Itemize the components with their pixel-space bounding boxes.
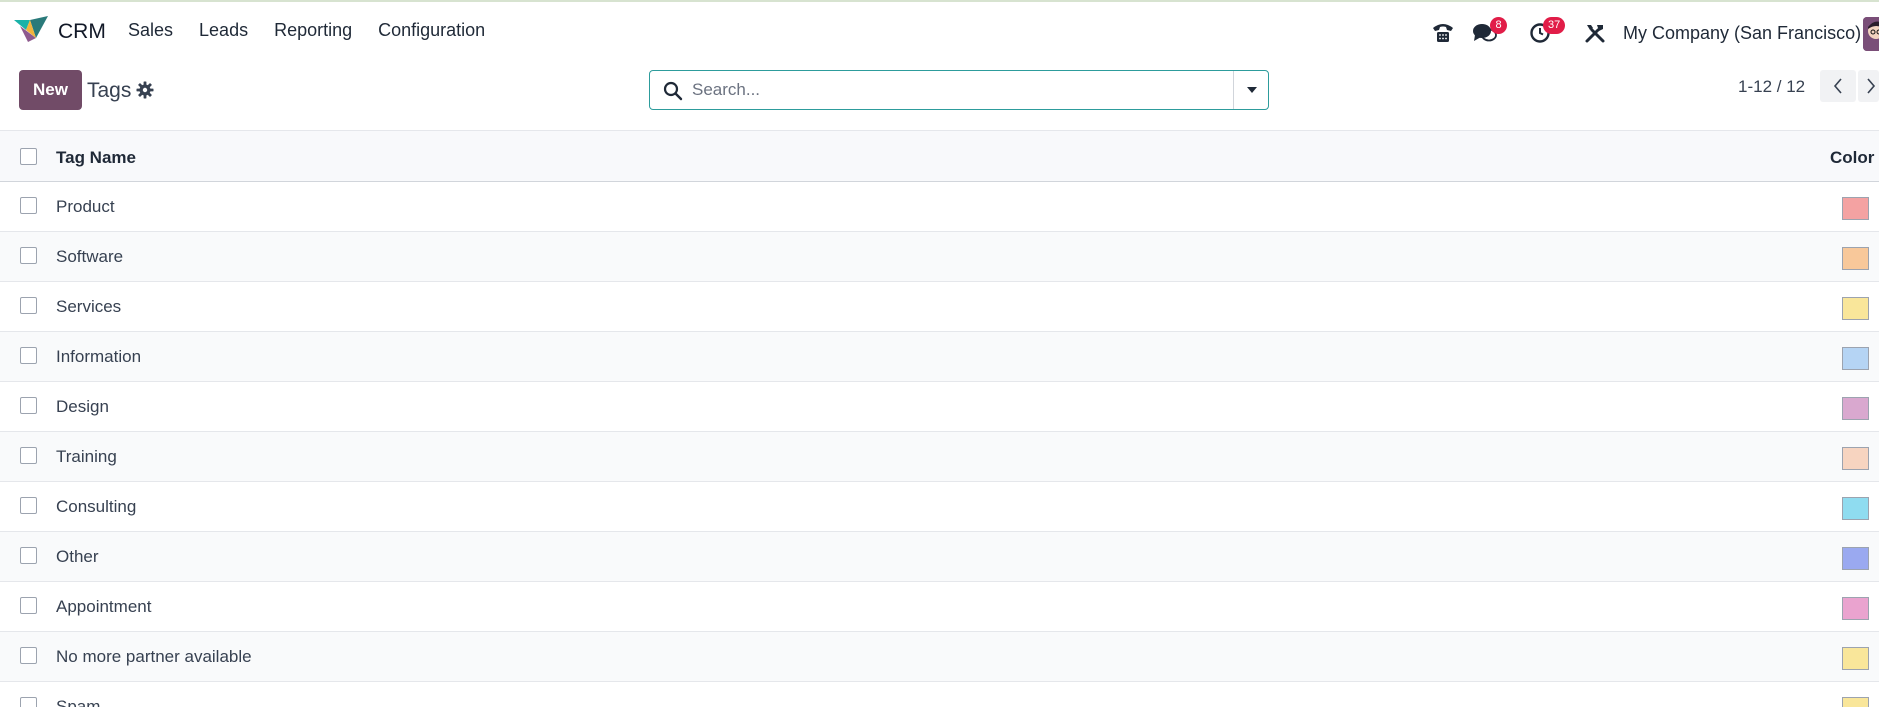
tag-name-cell: Consulting — [56, 497, 137, 516]
tags-list-table: Tag Name Color Product Software Services In… — [0, 130, 1879, 707]
page-title: Tags — [87, 79, 132, 102]
activities-badge: 37 — [1543, 17, 1566, 34]
tag-name-cell: Other — [56, 547, 99, 566]
tag-name-cell: Training — [56, 447, 117, 466]
color-swatch[interactable] — [1842, 347, 1869, 370]
column-header-tag-name[interactable]: Tag Name — [56, 148, 136, 168]
gear-icon[interactable] — [136, 81, 154, 99]
table-row[interactable]: Information — [0, 332, 1879, 382]
tag-name-cell: Services — [56, 297, 122, 316]
chevron-left-icon — [1833, 78, 1842, 94]
main-menu: Sales Leads Reporting Configuration — [128, 20, 511, 41]
select-all-checkbox[interactable] — [20, 148, 37, 165]
menu-sales[interactable]: Sales — [128, 20, 173, 41]
app-name: CRM — [58, 20, 106, 43]
table-header: Tag Name Color — [0, 130, 1879, 182]
menu-configuration[interactable]: Configuration — [378, 20, 485, 41]
table-row[interactable]: Spam — [0, 682, 1879, 707]
menu-reporting[interactable]: Reporting — [274, 20, 352, 41]
tag-name-cell: Spam — [56, 697, 101, 707]
table-row[interactable]: Consulting — [0, 482, 1879, 532]
row-checkbox[interactable] — [20, 547, 37, 564]
tag-name-cell: Design — [56, 397, 109, 416]
table-row[interactable]: No more partner available — [0, 632, 1879, 682]
crm-logo-icon — [14, 16, 48, 42]
color-swatch[interactable] — [1842, 647, 1869, 670]
new-button[interactable]: New — [19, 70, 82, 110]
pager-next-button[interactable] — [1858, 70, 1879, 102]
messages-badge: 8 — [1490, 17, 1507, 34]
color-swatch[interactable] — [1842, 197, 1869, 220]
tag-name-cell: Product — [56, 197, 115, 216]
tag-name-cell: No more partner available — [56, 647, 252, 666]
row-checkbox[interactable] — [20, 597, 37, 614]
tag-name-cell: Appointment — [56, 597, 152, 616]
color-swatch[interactable] — [1842, 597, 1869, 620]
caret-down-icon — [1246, 87, 1257, 93]
pager-value[interactable]: 1-12 / 12 — [1738, 77, 1805, 97]
table-row[interactable]: Training — [0, 432, 1879, 482]
row-checkbox[interactable] — [20, 347, 37, 364]
table-row[interactable]: Other — [0, 532, 1879, 582]
company-switcher[interactable]: My Company (San Francisco) — [1623, 23, 1861, 44]
row-checkbox[interactable] — [20, 197, 37, 214]
row-checkbox[interactable] — [20, 247, 37, 264]
color-swatch[interactable] — [1842, 697, 1869, 707]
top-navbar: CRM Sales Leads Reporting Configuration … — [0, 2, 1879, 62]
color-swatch[interactable] — [1842, 297, 1869, 320]
tag-name-cell: Software — [56, 247, 124, 266]
row-checkbox[interactable] — [20, 647, 37, 664]
color-swatch[interactable] — [1842, 247, 1869, 270]
color-swatch[interactable] — [1842, 447, 1869, 470]
search-icon — [663, 81, 683, 101]
color-swatch[interactable] — [1842, 397, 1869, 420]
user-avatar[interactable] — [1863, 17, 1879, 51]
row-checkbox[interactable] — [20, 697, 37, 707]
tag-name-cell: Information — [56, 347, 142, 366]
row-checkbox[interactable] — [20, 447, 37, 464]
chevron-right-icon — [1867, 78, 1876, 94]
table-row[interactable]: Services — [0, 282, 1879, 332]
app-brand[interactable]: CRM — [14, 16, 106, 43]
table-row[interactable]: Product — [0, 182, 1879, 232]
column-header-color[interactable]: Color — [1830, 148, 1874, 168]
tools-icon[interactable] — [1580, 16, 1610, 50]
color-swatch[interactable] — [1842, 547, 1869, 570]
search-options-toggle[interactable] — [1233, 71, 1269, 109]
row-checkbox[interactable] — [20, 497, 37, 514]
row-checkbox[interactable] — [20, 297, 37, 314]
menu-leads[interactable]: Leads — [199, 20, 248, 41]
table-row[interactable]: Appointment — [0, 582, 1879, 632]
search-bar — [649, 70, 1269, 110]
table-row[interactable]: Design — [0, 382, 1879, 432]
table-body: Product Software Services Information Design… — [0, 182, 1879, 707]
row-checkbox[interactable] — [20, 397, 37, 414]
search-input[interactable] — [692, 75, 1177, 105]
phone-icon[interactable] — [1428, 16, 1458, 50]
pager-previous-button[interactable] — [1820, 70, 1856, 102]
color-swatch[interactable] — [1842, 497, 1869, 520]
table-row[interactable]: Software — [0, 232, 1879, 282]
